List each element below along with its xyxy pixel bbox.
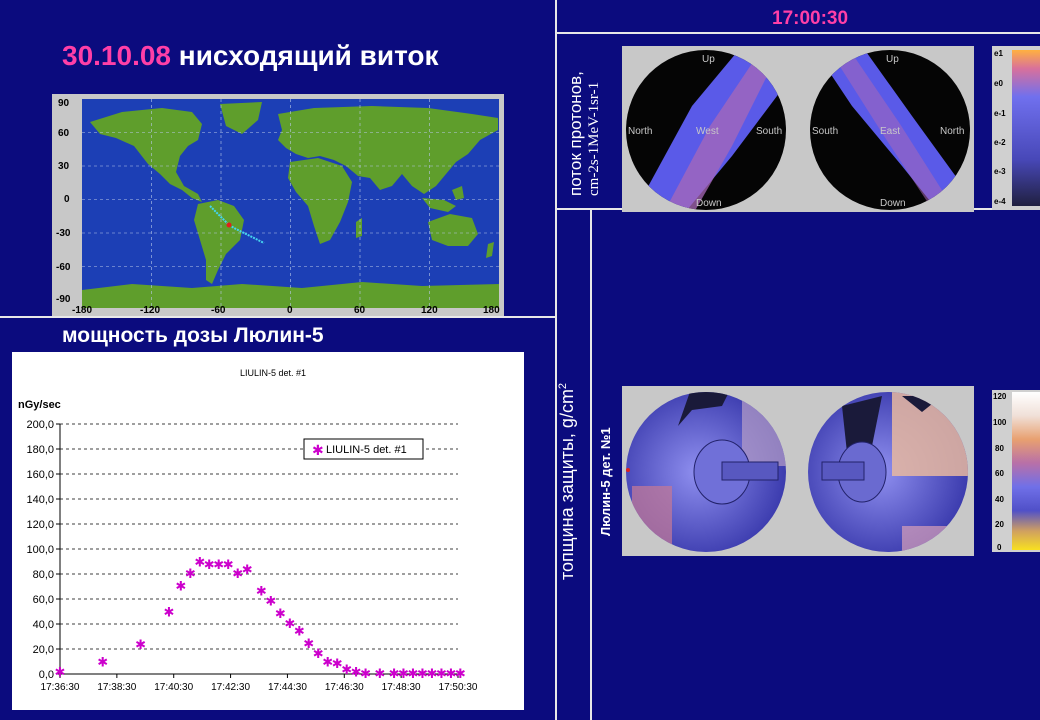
proton-right-up-label: Up (886, 54, 899, 65)
proton-right-north-label: North (940, 126, 964, 137)
data-point: ✱ (360, 666, 371, 681)
y-tick-label: 100,0 (26, 544, 54, 556)
dose-rate-chart: LIULIN-5 det. #1 nGy/sec 200,0 180,0 160,0… (12, 352, 524, 710)
proton-scale-e0: e0 (994, 79, 1003, 88)
lat-tick-60: 60 (58, 128, 70, 139)
legend-label: LIULIN-5 det. #1 (326, 444, 407, 456)
detector-label: Люлин-5 дет. №1 (598, 427, 613, 536)
proton-flux-gradient (1012, 50, 1040, 206)
lat-tick-minus90: -90 (56, 294, 71, 305)
data-point: ✱ (97, 655, 108, 670)
chart-title: LIULIN-5 det. #1 (240, 368, 306, 378)
proton-flux-scale: e1 e0 e-1 e-2 e-3 e-4 (992, 46, 1040, 210)
shielding-scale-40: 40 (995, 495, 1004, 504)
lon-tick-180: 180 (483, 305, 500, 316)
shielding-scale-120: 120 (993, 392, 1007, 401)
shielding-label: топщина защиты, g/cm2 (557, 383, 578, 580)
proton-flux-units-text: cm-2s-1MeV-1sr-1 (586, 81, 602, 196)
shielding-scale-60: 60 (995, 469, 1004, 478)
shielding-gradient (1012, 392, 1040, 550)
proton-scale-em1: e-1 (994, 109, 1006, 118)
y-tick-label: 60,0 (33, 594, 54, 606)
data-point: ✱ (135, 637, 146, 652)
dose-rate-title: мощность дозы Люлин-5 (62, 324, 324, 347)
legend-marker: ✱ (312, 442, 324, 458)
lat-tick-minus60: -60 (56, 262, 71, 273)
chart-background (12, 352, 524, 710)
data-point: ✱ (455, 666, 466, 681)
lon-tick-minus120: -120 (140, 305, 160, 316)
y-tick-label: 200,0 (26, 419, 54, 431)
y-tick-label: 40,0 (33, 619, 54, 631)
lon-tick-60: 60 (354, 305, 366, 316)
x-tick-label: 17:38:30 (97, 682, 136, 693)
title-text: нисходящий виток (178, 40, 439, 71)
y-tick-label: 180,0 (26, 444, 54, 456)
proton-scale-e1: e1 (994, 49, 1003, 58)
lat-tick-minus30: -30 (56, 228, 71, 239)
proton-left-up-label: Up (702, 54, 715, 65)
y-tick-label: 0,0 (39, 669, 54, 681)
lat-tick-30: 30 (58, 161, 70, 172)
proton-scale-em3: e-3 (994, 167, 1006, 176)
lon-tick-120: 120 (421, 305, 438, 316)
shielding-scale-80: 80 (995, 444, 1004, 453)
shielding-scale-100: 100 (993, 418, 1007, 427)
proton-scale-em4: e-4 (994, 197, 1006, 206)
timestamp: 17:00:30 (772, 8, 849, 29)
proton-right-down-label: Down (880, 198, 906, 209)
satellite-marker (226, 222, 232, 228)
lat-tick-0: 0 (64, 194, 70, 205)
title-date: 30.10.08 (62, 40, 171, 71)
data-point: ✱ (164, 605, 175, 620)
x-tick-label: 17:46:30 (325, 682, 364, 693)
shielding-panel (622, 386, 974, 556)
y-tick-label: 80,0 (33, 569, 54, 581)
data-point: ✱ (242, 562, 253, 577)
proton-flux-label-line1: поток протонов, (566, 71, 585, 196)
x-tick-label: 17:36:30 (41, 682, 80, 693)
x-tick-label: 17:42:30 (211, 682, 250, 693)
shielding-label-text: топщина защиты, g/cm (557, 389, 577, 580)
proton-left-down-label: Down (696, 198, 722, 209)
lat-tick-90: 90 (58, 98, 70, 109)
lon-tick-minus60: -60 (211, 305, 226, 316)
proton-flux-panel: Up Down North West South Up Down South E… (622, 46, 974, 212)
y-tick-label: 20,0 (33, 644, 54, 656)
proton-right-south-label: South (812, 126, 838, 137)
x-tick-label: 17:48:30 (382, 682, 421, 693)
y-tick-label: 160,0 (26, 469, 54, 481)
divider-vertical-main (555, 0, 557, 720)
y-tick-label: 140,0 (26, 494, 54, 506)
proton-left-west-label: West (696, 126, 719, 137)
lon-tick-0: 0 (287, 305, 293, 316)
divider-vertical-right (590, 209, 592, 720)
x-tick-label: 17:40:30 (154, 682, 193, 693)
proton-scale-em2: e-2 (994, 138, 1006, 147)
divider-horizontal-left (0, 316, 555, 318)
y-tick-label: 120,0 (26, 519, 54, 531)
chart-ylabel: nGy/sec (18, 399, 61, 411)
proton-left-south-label: South (756, 126, 782, 137)
proton-left-north-label: North (628, 126, 652, 137)
proton-right-east-label: East (880, 126, 900, 137)
divider-horizontal-right-top (555, 32, 1040, 34)
shielding-scale: 120 100 80 60 40 20 0 (992, 390, 1040, 552)
detector-label-text: Люлин-5 дет. №1 (598, 427, 613, 536)
shielding-label-sup: 2 (557, 382, 569, 390)
world-map: 90 60 30 0 -30 -60 -90 -180 -120 -60 0 6… (52, 94, 504, 316)
page-title: 30.10.08 нисходящий виток (62, 40, 439, 72)
shielding-scale-20: 20 (995, 520, 1004, 529)
shielding-scale-0: 0 (997, 543, 1002, 552)
data-point: ✱ (374, 666, 385, 681)
chart-legend: ✱ LIULIN-5 det. #1 (303, 438, 424, 460)
x-tick-label: 17:50:30 (439, 682, 478, 693)
x-tick-label: 17:44:30 (268, 682, 307, 693)
proton-flux-label: поток протонов, (566, 71, 586, 196)
proton-flux-units: cm-2s-1MeV-1sr-1 (586, 82, 603, 196)
data-point: ✱ (55, 665, 66, 680)
lon-tick-minus180: -180 (72, 305, 92, 316)
